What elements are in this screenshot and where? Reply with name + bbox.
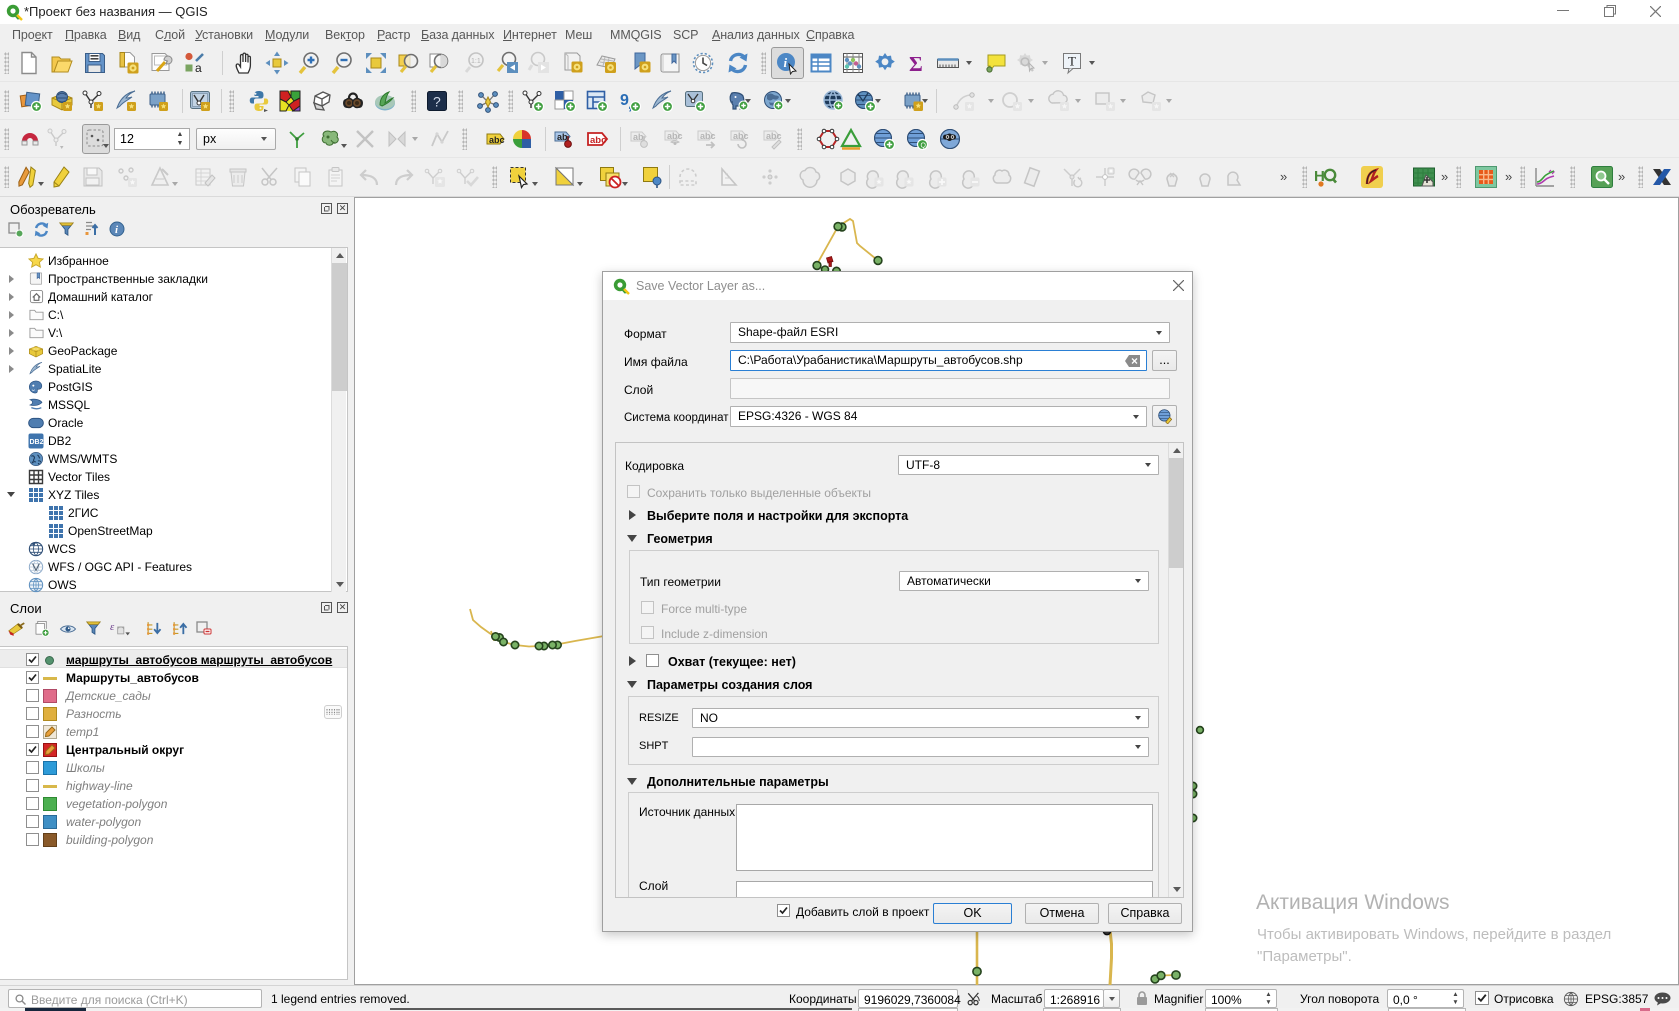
svg-text:abc: abc — [489, 135, 505, 145]
svg-text:abc: abc — [590, 135, 606, 146]
svg-text:?: ? — [433, 93, 441, 109]
svg-text:a: a — [195, 61, 202, 75]
svg-text:1:1: 1:1 — [471, 58, 481, 65]
svg-text:abc: abc — [667, 131, 683, 141]
svg-text:abc: abc — [733, 131, 749, 141]
svg-text:Σ: Σ — [909, 52, 923, 75]
svg-text:abc: abc — [700, 131, 716, 141]
svg-text:DB2: DB2 — [30, 439, 44, 446]
svg-text:i: i — [784, 55, 788, 70]
svg-text:ε: ε — [110, 621, 115, 633]
svg-text:Q: Q — [921, 142, 927, 149]
svg-text:T: T — [1068, 53, 1076, 68]
